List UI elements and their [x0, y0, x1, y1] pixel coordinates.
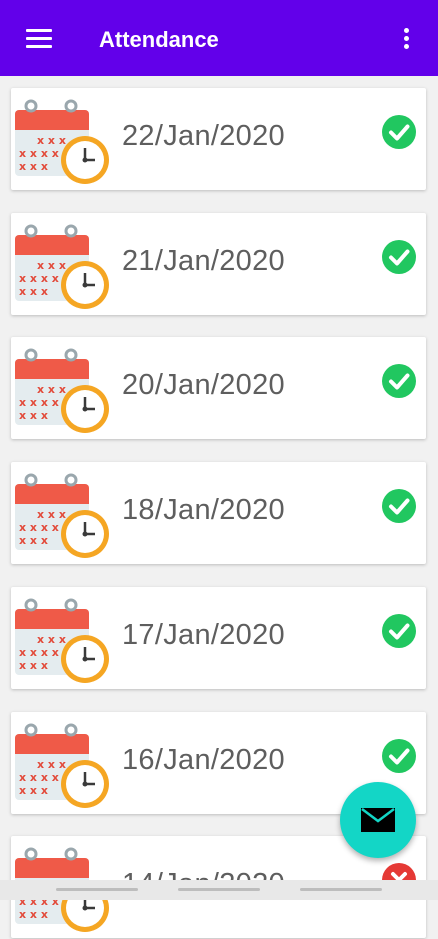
calendar-clock-icon: x x x x x x x x x x x	[13, 345, 113, 435]
attendance-date: 16/Jan/2020	[122, 743, 285, 776]
calendar-clock-icon: x x x x x x x x x x x	[13, 221, 113, 311]
mail-fab-button[interactable]	[340, 782, 416, 858]
hamburger-menu-icon[interactable]	[26, 29, 52, 49]
present-check-icon	[382, 613, 416, 648]
present-check-icon	[382, 239, 416, 274]
attendance-date: 22/Jan/2020	[122, 120, 285, 152]
calendar-clock-icon: x x x x x x x x x x x	[13, 720, 113, 810]
attendance-row[interactable]: x x x x x x x x x x x 21/Jan/2020	[11, 212, 426, 315]
page-title: Attendance	[99, 27, 219, 52]
present-check-icon	[382, 364, 416, 399]
calendar-clock-icon: x x x x x x x x x x x	[13, 595, 113, 685]
attendance-row[interactable]: x x x x x x x x x x x 17/Jan/2020	[11, 586, 426, 689]
svg-text:x x x: x x x	[37, 758, 66, 771]
attendance-date: 17/Jan/2020	[122, 618, 285, 651]
svg-text:x x x: x x x	[19, 784, 48, 797]
calendar-clock-icon: x x x x x x x x x x x	[13, 470, 113, 560]
svg-text:x x x: x x x	[19, 659, 48, 672]
attendance-date: 18/Jan/2020	[122, 494, 285, 527]
attendance-date: 21/Jan/2020	[122, 244, 285, 277]
attendance-date: 20/Jan/2020	[122, 369, 285, 402]
calendar-clock-icon: x x x x x x x x x x x	[13, 96, 113, 186]
svg-text:x x x: x x x	[37, 383, 66, 396]
attendance-row[interactable]: x x x x x x x x x x x 20/Jan/2020	[11, 337, 426, 440]
present-check-icon	[382, 738, 416, 773]
attendance-row[interactable]: x x x x x x x x x x x 18/Jan/2020	[11, 462, 426, 565]
present-check-icon	[382, 115, 416, 149]
attendance-row[interactable]: x x x x x x x x x x x 22/Jan/2020	[11, 88, 426, 190]
svg-text:x x x: x x x	[19, 160, 48, 173]
svg-text:x x x: x x x	[19, 908, 48, 921]
svg-text:x x x: x x x	[19, 409, 48, 422]
svg-text:x x x: x x x	[37, 259, 66, 272]
mail-icon	[361, 808, 395, 832]
more-vertical-icon[interactable]	[398, 26, 416, 52]
present-check-icon	[382, 489, 416, 524]
app-bar: Attendance	[0, 0, 438, 76]
svg-text:x x x: x x x	[37, 508, 66, 521]
svg-text:x x x: x x x	[19, 285, 48, 298]
svg-text:x x x: x x x	[37, 633, 66, 646]
svg-text:x x x: x x x	[37, 134, 66, 147]
system-nav-bar	[0, 880, 438, 900]
svg-text:x x x: x x x	[19, 534, 48, 547]
